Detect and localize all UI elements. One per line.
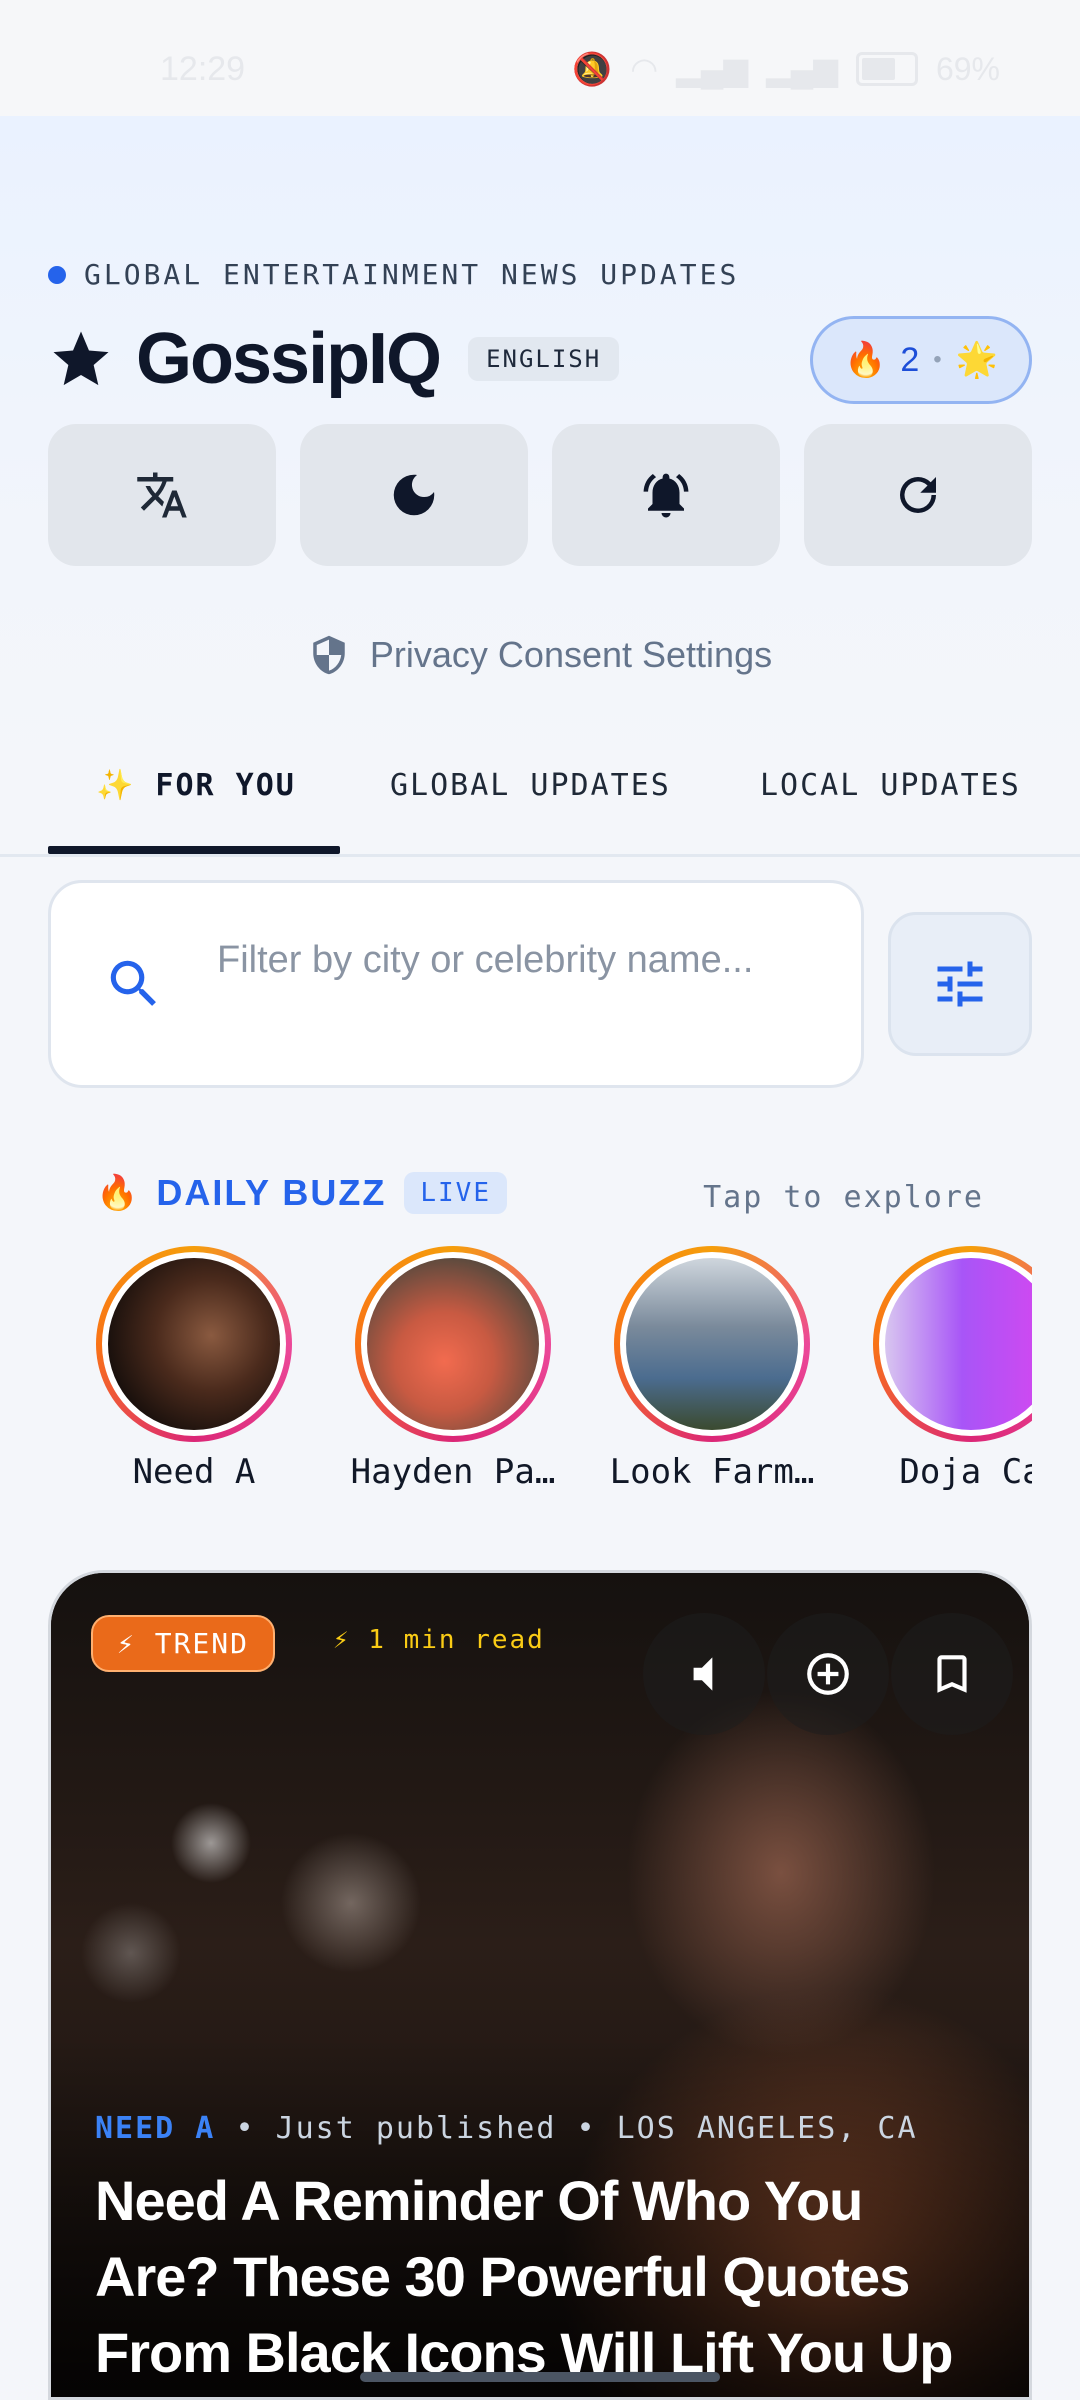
fire-icon: 🔥 [96,1174,139,1212]
active-tab-indicator [48,846,340,854]
bookmark-button[interactable] [891,1613,1013,1735]
battery-percent: 69% [935,50,1000,87]
bell-icon [643,473,689,518]
published-time: Just published [275,2111,557,2146]
refresh-icon [900,477,936,513]
stories-row: Need A Hayden Pa… Look Farm… Doja Ca [96,1246,1032,1506]
trend-badge: ⚡ TREND [91,1615,276,1672]
translate-button[interactable] [48,424,276,566]
story-ring [614,1246,810,1442]
moon-icon [393,474,435,516]
daily-buzz-title: DAILY BUZZ [156,1172,387,1213]
notifications-button[interactable] [552,424,780,566]
story-thumbnail [885,1258,1032,1430]
language-badge: ENGLISH [468,337,620,381]
bookmark-icon [937,1655,967,1693]
card-actions [643,1613,1013,1735]
filter-button[interactable] [888,912,1032,1056]
tab-global-updates[interactable]: GLOBAL UPDATES [390,768,671,803]
search-box [48,880,864,1088]
article-category: NEED A [95,2111,216,2146]
shield-icon [313,635,345,675]
streak-count: 2 [900,340,920,379]
status-time: 12:29 [160,50,246,88]
speak-button[interactable] [643,1613,765,1735]
tagline: GLOBAL ENTERTAINMENT NEWS UPDATES [48,258,739,291]
battery-icon [855,52,918,86]
story-label: Need A [132,1452,256,1492]
story-thumbnail [626,1258,798,1430]
story-ring [873,1246,1032,1442]
story-thumbnail [108,1258,280,1430]
speaker-icon [693,1657,713,1691]
translate-icon [137,472,187,518]
article-location: LOS ANGELES, CA [616,2111,918,2146]
sun-icon: 🌟 [955,341,998,379]
status-icons: 🔕 ◠ ▂▄▆ ▂▄▆ 69% [572,50,1000,88]
meta-separator: • [576,2111,597,2146]
privacy-settings-link[interactable]: Privacy Consent Settings [0,632,1080,678]
article-card[interactable]: ⚡ TREND ⚡ 1 min read NEED A • Just publi… [48,1570,1032,2400]
live-badge: LIVE [404,1172,507,1214]
explore-hint: Tap to explore [703,1180,984,1215]
home-indicator[interactable] [360,2372,720,2382]
story-ring [96,1246,292,1442]
app-name: GossipIQ [136,319,442,399]
story-thumbnail [367,1258,539,1430]
signal-icon-2: ▂▄▆ [766,51,838,87]
tab-local-updates[interactable]: LOCAL UPDATES [760,768,1021,803]
sliders-icon [937,961,983,1007]
dark-mode-button[interactable] [300,424,528,566]
daily-buzz-header: 🔥 DAILY BUZZ LIVE [96,1172,507,1214]
streak-separator: • [933,346,942,373]
signal-icon: ▂▄▆ [676,51,749,87]
story-label: Doja Ca [899,1452,1032,1492]
wifi-icon: ◠ [630,51,659,87]
article-headline: Need A Reminder Of Who You Are? These 30… [95,2169,953,2384]
add-circle-icon [807,1653,849,1695]
search-icon [110,960,156,1006]
feed-tabs: ✨ FOR YOU GLOBAL UPDATES LOCAL UPDATES [0,720,1080,857]
tab-for-you[interactable]: ✨ FOR YOU [96,768,296,803]
story-item[interactable]: Look Farm… [592,1246,832,1492]
article-meta: NEED A • Just published • LOS ANGELES, C… [95,2111,918,2146]
story-label: Look Farm… [609,1452,815,1492]
story-item[interactable]: Hayden Pa… [333,1246,573,1492]
read-time: ⚡ 1 min read [333,1625,545,1655]
star-icon [53,331,109,386]
story-item[interactable]: Need A [96,1246,314,1492]
refresh-button[interactable] [804,424,1032,566]
fire-icon: 🔥 [843,341,887,379]
story-item[interactable]: Doja Ca [851,1246,1032,1492]
tagline-text: GLOBAL ENTERTAINMENT NEWS UPDATES [84,258,740,291]
brand: GossipIQ ENGLISH [48,318,620,400]
mute-icon: 🔕 [572,51,613,87]
action-bar [48,424,1032,566]
story-label: Hayden Pa… [350,1452,556,1492]
status-bar: 12:29 🔕 ◠ ▂▄▆ ▂▄▆ 69% [0,0,1080,116]
meta-separator: • [235,2111,256,2146]
tagline-dot [48,265,66,284]
add-button[interactable] [767,1613,889,1735]
battery-fill [861,58,895,80]
story-ring [355,1246,551,1442]
privacy-label: Privacy Consent Settings [369,634,773,675]
streak-pill[interactable]: 🔥 2 • 🌟 [810,316,1032,404]
search-input[interactable] [217,933,817,1053]
